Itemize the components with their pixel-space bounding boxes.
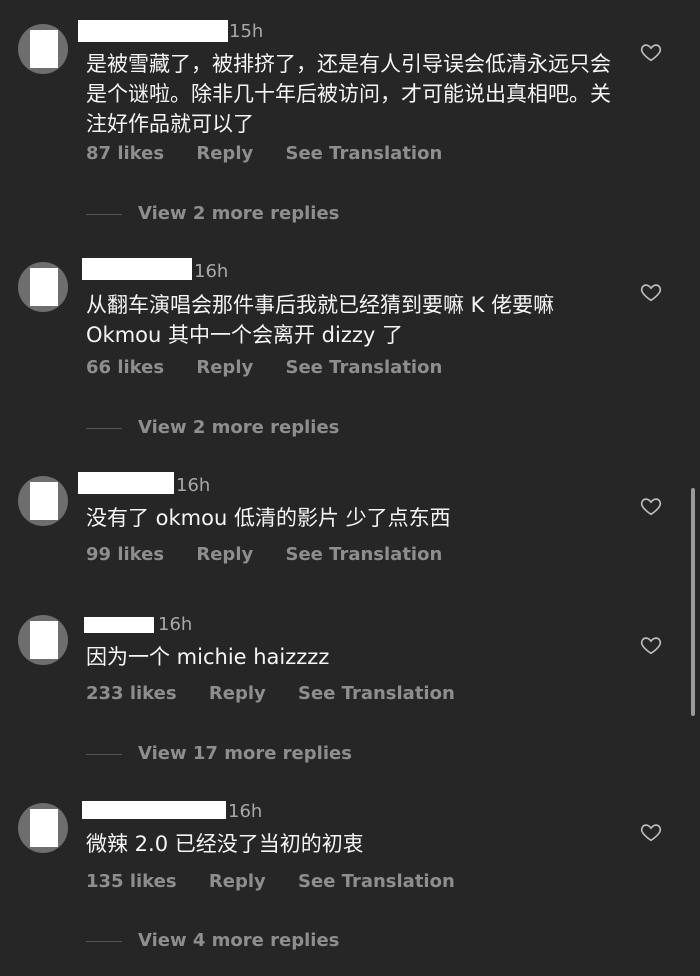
avatar[interactable]: [18, 262, 68, 312]
comment-actions: 135 likes Reply See Translation: [86, 870, 455, 894]
timestamp: 15h: [229, 21, 264, 42]
view-more-replies-label[interactable]: View 2 more replies: [138, 417, 339, 438]
view-more-replies[interactable]: View 2 more replies: [86, 202, 339, 226]
replies-divider: [86, 213, 122, 215]
username-redacted[interactable]: [78, 20, 228, 42]
comment-actions: 87 likes Reply See Translation: [86, 142, 442, 166]
avatar[interactable]: [18, 476, 68, 526]
see-translation-button[interactable]: See Translation: [286, 543, 443, 567]
comment-text: 没有了 okmou 低清的影片 少了点东西: [86, 506, 451, 530]
heart-icon[interactable]: [640, 821, 662, 843]
likes-count[interactable]: 99 likes: [86, 543, 164, 567]
see-translation-button[interactable]: See Translation: [298, 682, 455, 706]
scrollbar[interactable]: [691, 488, 695, 716]
heart-icon[interactable]: [640, 634, 662, 656]
timestamp: 16h: [228, 801, 263, 822]
username-redacted[interactable]: [78, 472, 174, 494]
see-translation-button[interactable]: See Translation: [286, 142, 443, 166]
reply-button[interactable]: Reply: [209, 682, 266, 706]
timestamp: 16h: [158, 614, 193, 635]
username-redacted[interactable]: [82, 258, 192, 280]
reply-button[interactable]: Reply: [196, 543, 253, 567]
reply-button[interactable]: Reply: [209, 870, 266, 894]
replies-divider: [86, 753, 122, 755]
view-more-replies[interactable]: View 4 more replies: [86, 929, 339, 953]
comment-actions: 66 likes Reply See Translation: [86, 356, 442, 380]
comment-text: 微辣 2.0 已经没了当初的初衷: [86, 832, 364, 856]
see-translation-button[interactable]: See Translation: [286, 356, 443, 380]
avatar[interactable]: [18, 615, 68, 665]
heart-icon[interactable]: [640, 281, 662, 303]
comment-actions: 233 likes Reply See Translation: [86, 682, 455, 706]
comment-text: 因为一个 michie haizzzz: [86, 645, 330, 669]
reply-button[interactable]: Reply: [196, 142, 253, 166]
view-more-replies-label[interactable]: View 2 more replies: [138, 203, 339, 224]
heart-icon[interactable]: [640, 41, 662, 63]
likes-count[interactable]: 66 likes: [86, 356, 164, 380]
heart-icon[interactable]: [640, 495, 662, 517]
timestamp: 16h: [194, 261, 229, 282]
avatar[interactable]: [18, 803, 68, 853]
likes-count[interactable]: 135 likes: [86, 870, 177, 894]
view-more-replies[interactable]: View 17 more replies: [86, 742, 352, 766]
comment-text: 是被雪藏了，被排挤了，还是有人引导误会低清永远只会是个谜啦。除非几十年后被访问，…: [86, 52, 611, 136]
comment-actions: 99 likes Reply See Translation: [86, 543, 442, 567]
view-more-replies[interactable]: View 2 more replies: [86, 416, 339, 440]
see-translation-button[interactable]: See Translation: [298, 870, 455, 894]
username-redacted[interactable]: [82, 801, 226, 819]
reply-button[interactable]: Reply: [196, 356, 253, 380]
view-more-replies-label[interactable]: View 17 more replies: [138, 743, 352, 764]
username-redacted[interactable]: [84, 617, 154, 633]
replies-divider: [86, 427, 122, 429]
replies-divider: [86, 940, 122, 942]
timestamp: 16h: [176, 475, 211, 496]
avatar[interactable]: [18, 24, 68, 74]
likes-count[interactable]: 233 likes: [86, 682, 177, 706]
view-more-replies-label[interactable]: View 4 more replies: [138, 930, 339, 951]
comment-text: 从翻车演唱会那件事后我就已经猜到要嘛 K 佬要嘛 Okmou 其中一个会离开 d…: [86, 293, 555, 347]
likes-count[interactable]: 87 likes: [86, 142, 164, 166]
